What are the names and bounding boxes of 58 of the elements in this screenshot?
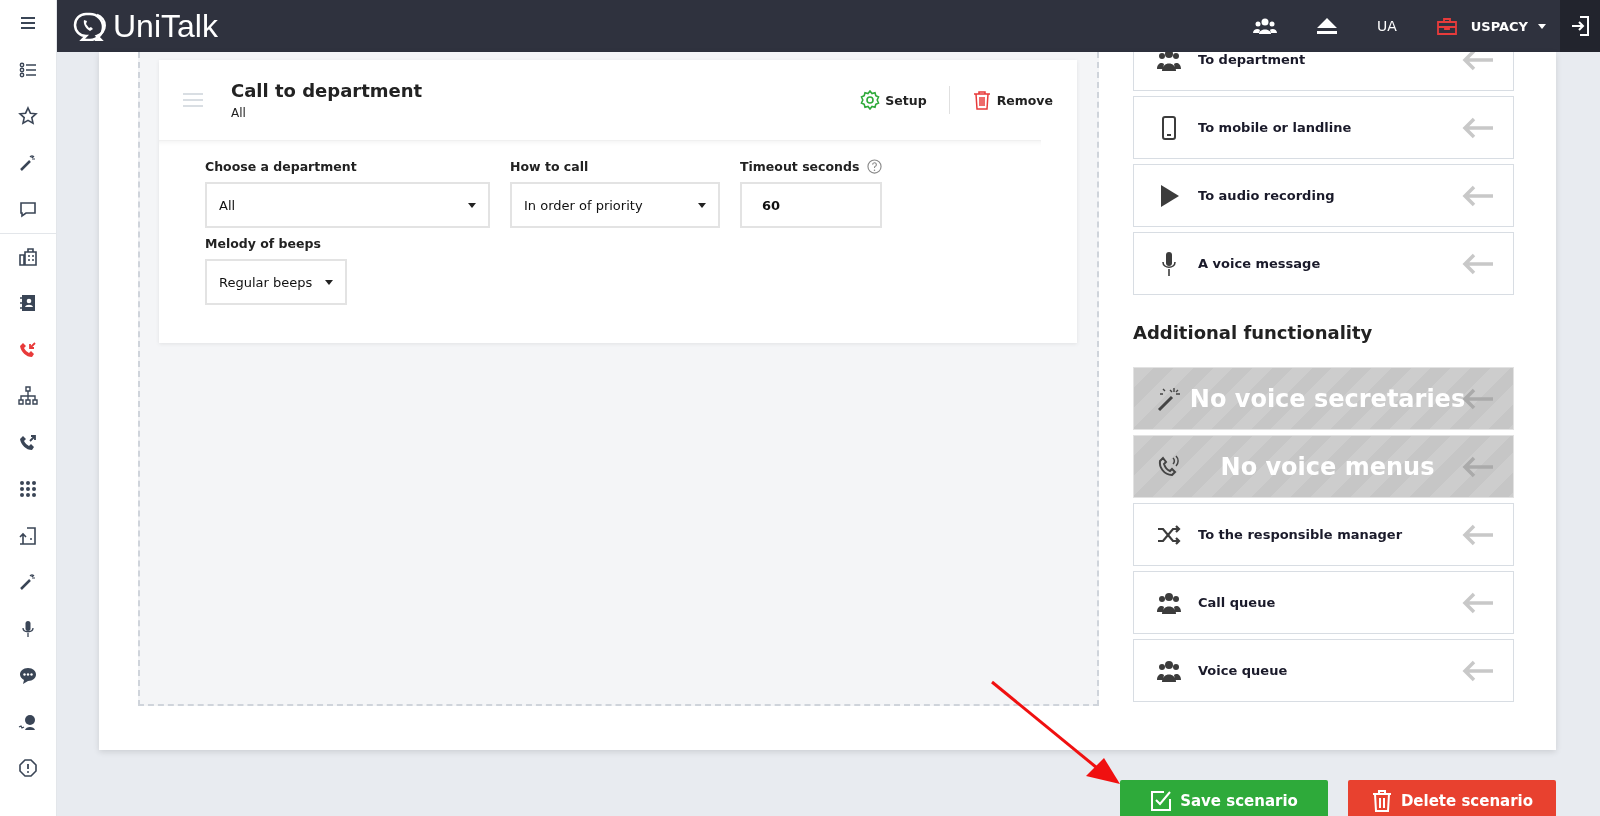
- caret-icon: [468, 202, 476, 208]
- trash-icon: [971, 90, 992, 110]
- action-item[interactable]: Voice queue: [1133, 639, 1514, 702]
- action-label: To department: [1198, 52, 1306, 67]
- select-field[interactable]: Regular beeps: [205, 259, 347, 305]
- action-label: To audio recording: [1198, 188, 1335, 203]
- remove-button[interactable]: Remove: [971, 90, 1053, 110]
- field-label: Timeout seconds: [740, 159, 860, 174]
- action-label: A voice message: [1198, 256, 1321, 271]
- action-label: To the responsible manager: [1198, 527, 1403, 542]
- setup-button[interactable]: Setup: [860, 90, 927, 110]
- select-field[interactable]: In order of priority: [510, 182, 720, 228]
- eject-icon[interactable]: [1314, 16, 1339, 36]
- trash-icon: [1370, 790, 1393, 812]
- field-label: How to call: [510, 159, 589, 174]
- company-menu[interactable]: USPACY: [1470, 18, 1546, 34]
- step-title: Call to department: [231, 80, 423, 101]
- unavailable-text: No voice menus: [1219, 451, 1436, 483]
- magic-wand-icon: [1156, 385, 1182, 412]
- logo-text[interactable]: UniTalk: [113, 7, 218, 45]
- group-icon: [1156, 52, 1182, 73]
- gear-icon: [860, 90, 881, 110]
- arrow-left-icon: [1461, 52, 1495, 71]
- action-item[interactable]: A voice message: [1133, 232, 1514, 295]
- delete-scenario-button[interactable]: Delete scenario: [1348, 780, 1556, 816]
- step-subtitle: All: [231, 106, 247, 120]
- select-field[interactable]: All: [205, 182, 490, 228]
- field-label: Choose a department: [205, 159, 357, 174]
- checkbox-icon: [1150, 790, 1173, 812]
- field-label: Melody of beeps: [205, 236, 321, 251]
- caret-icon: [698, 202, 706, 208]
- logout-button[interactable]: [1560, 0, 1600, 52]
- action-label: Voice queue: [1198, 663, 1288, 678]
- arrow-left-icon: [1461, 116, 1495, 139]
- users-icon[interactable]: [1252, 16, 1277, 36]
- arrow-left-icon: [1461, 523, 1495, 546]
- unavailable-text: No voice secretaries: [1188, 383, 1467, 415]
- action-item[interactable]: To audio recording: [1133, 164, 1514, 227]
- arrow-left-icon: [1461, 252, 1495, 275]
- logout-icon: [1571, 16, 1589, 36]
- arrow-left-icon: [1461, 455, 1495, 478]
- action-item[interactable]: To the responsible manager: [1133, 503, 1514, 566]
- caret-icon: [1538, 23, 1546, 29]
- language-code[interactable]: UA: [1376, 18, 1397, 34]
- arrow-left-icon: [1461, 184, 1495, 207]
- action-label: To mobile or landline: [1198, 120, 1352, 135]
- help-icon[interactable]: [867, 159, 883, 174]
- drag-handle-icon[interactable]: [183, 93, 203, 107]
- action-item[interactable]: Call queue: [1133, 571, 1514, 634]
- caret-icon: [325, 279, 333, 285]
- arrow-left-icon: [1461, 591, 1495, 614]
- arrow-left-icon: [1461, 659, 1495, 682]
- action-item[interactable]: To mobile or landline: [1133, 96, 1514, 159]
- input-field[interactable]: 60: [740, 182, 882, 228]
- section-heading: Additional functionality: [1133, 322, 1374, 343]
- action-label: Call queue: [1198, 595, 1276, 610]
- action-item[interactable]: To department: [1133, 52, 1514, 91]
- briefcase-icon: [1436, 17, 1457, 35]
